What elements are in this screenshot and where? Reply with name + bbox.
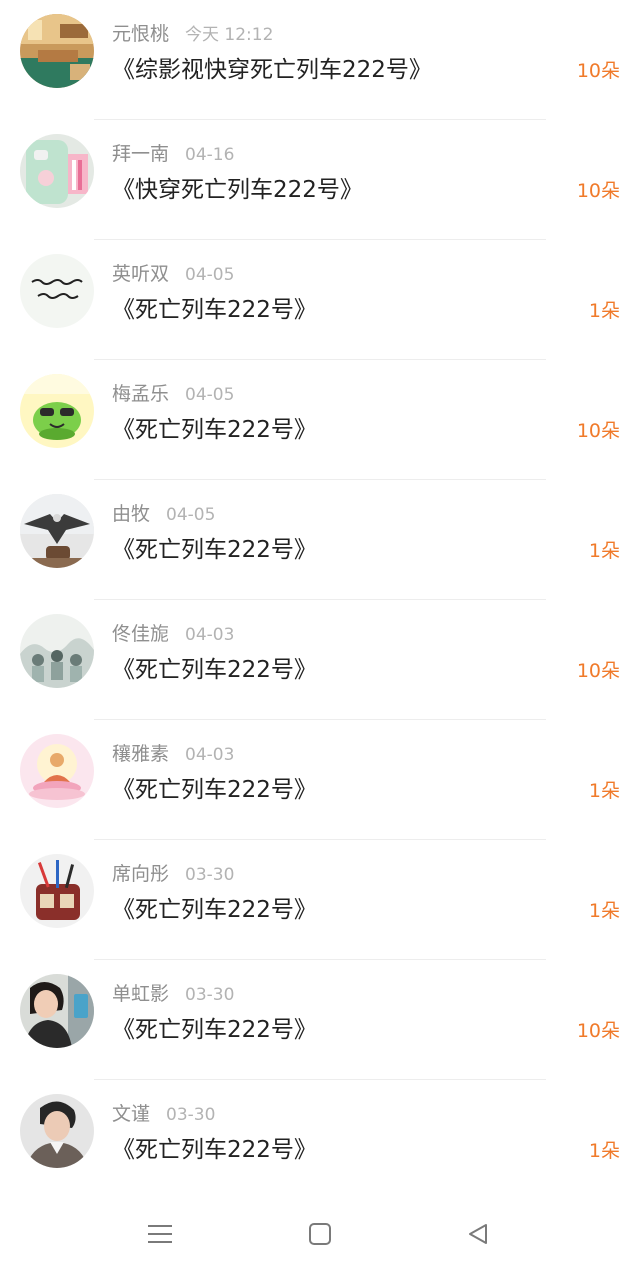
avatar[interactable] [20,374,94,448]
book-title[interactable]: 《死亡列车222号》 [112,772,317,808]
timestamp: 03-30 [185,865,235,885]
list-item[interactable]: 梅孟乐 04-05 《死亡列车222号》 10朵 [0,360,640,480]
book-title[interactable]: 《死亡列车222号》 [112,652,317,688]
back-triangle-icon [469,1224,487,1244]
girl-photo-avatar [20,974,94,1048]
user-name[interactable]: 梅孟乐 [112,383,169,405]
flower-count: 10朵 [576,1020,620,1042]
book-title[interactable]: 《死亡列车222号》 [112,292,317,328]
book-title[interactable]: 《死亡列车222号》 [112,1132,317,1168]
frog-cartoon-avatar [20,374,94,448]
book-title[interactable]: 《死亡列车222号》 [112,412,317,448]
boy-photo-avatar [20,1094,94,1168]
menu-button[interactable] [138,1214,182,1254]
list-item[interactable]: 由牧 04-05 《死亡列车222号》 1朵 [0,480,640,600]
timestamp: 04-05 [166,505,216,525]
flower-count: 10朵 [576,60,620,82]
user-name[interactable]: 席向彤 [112,863,169,885]
timestamp: 03-30 [166,1105,216,1125]
calligraphy-avatar [20,254,94,328]
avatar[interactable] [20,14,94,88]
flower-count: 1朵 [588,1140,620,1162]
avatar[interactable] [20,614,94,688]
reward-list: 元恨桃 今天 12:12 《综影视快穿死亡列车222号》 10朵 拜一南 04-16… [0,0,640,1200]
flower-count: 10朵 [576,660,620,682]
flower-count: 10朵 [576,180,620,202]
book-title[interactable]: 《死亡列车222号》 [112,532,317,568]
user-name[interactable]: 单虹影 [112,983,169,1005]
system-navigation-bar [0,1196,640,1274]
buddha-avatar [20,734,94,808]
avatar[interactable] [20,974,94,1048]
user-name[interactable]: 元恨桃 [112,23,169,45]
user-name[interactable]: 穰雅素 [112,743,169,765]
timestamp: 今天 12:12 [185,25,274,45]
flower-count: 1朵 [588,300,620,322]
timestamp: 04-16 [185,145,235,165]
list-item[interactable]: 英听双 04-05 《死亡列车222号》 1朵 [0,240,640,360]
list-item[interactable]: 单虹影 03-30 《死亡列车222号》 10朵 [0,960,640,1080]
avatar[interactable] [20,854,94,928]
back-button[interactable] [456,1214,500,1254]
flower-count: 1朵 [588,540,620,562]
avatar[interactable] [20,254,94,328]
timestamp: 04-05 [185,385,235,405]
list-item[interactable]: 文谨 03-30 《死亡列车222号》 1朵 [0,1080,640,1200]
home-button[interactable] [298,1214,342,1254]
avatar[interactable] [20,1094,94,1168]
flower-count: 1朵 [588,780,620,802]
home-square-icon [309,1223,331,1245]
ink-painting-avatar [20,614,94,688]
avatar[interactable] [20,134,94,208]
book-title[interactable]: 《综影视快穿死亡列车222号》 [112,52,432,88]
list-item[interactable]: 佟佳旎 04-03 《死亡列车222号》 10朵 [0,600,640,720]
user-name[interactable]: 佟佳旎 [112,623,169,645]
timestamp: 03-30 [185,985,235,1005]
list-item[interactable]: 拜一南 04-16 《快穿死亡列车222号》 10朵 [0,120,640,240]
user-name[interactable]: 英听双 [112,263,169,285]
avatar[interactable] [20,734,94,808]
eagle-avatar [20,494,94,568]
list-item[interactable]: 席向彤 03-30 《死亡列车222号》 1朵 [0,840,640,960]
phone-case-avatar [20,134,94,208]
flower-count: 10朵 [576,420,620,442]
pen-holder-avatar [20,854,94,928]
user-name[interactable]: 文谨 [112,1103,150,1125]
list-item[interactable]: 元恨桃 今天 12:12 《综影视快穿死亡列车222号》 10朵 [0,0,640,120]
avatar[interactable] [20,494,94,568]
timestamp: 04-05 [185,265,235,285]
book-title[interactable]: 《死亡列车222号》 [112,892,317,928]
book-title[interactable]: 《快穿死亡列车222号》 [112,172,363,208]
user-name[interactable]: 由牧 [112,503,150,525]
timestamp: 04-03 [185,625,235,645]
menu-icon [148,1225,172,1243]
list-item[interactable]: 穰雅素 04-03 《死亡列车222号》 1朵 [0,720,640,840]
photo-room-avatar [20,14,94,88]
flower-count: 1朵 [588,900,620,922]
book-title[interactable]: 《死亡列车222号》 [112,1012,317,1048]
timestamp: 04-03 [185,745,235,765]
user-name[interactable]: 拜一南 [112,143,169,165]
